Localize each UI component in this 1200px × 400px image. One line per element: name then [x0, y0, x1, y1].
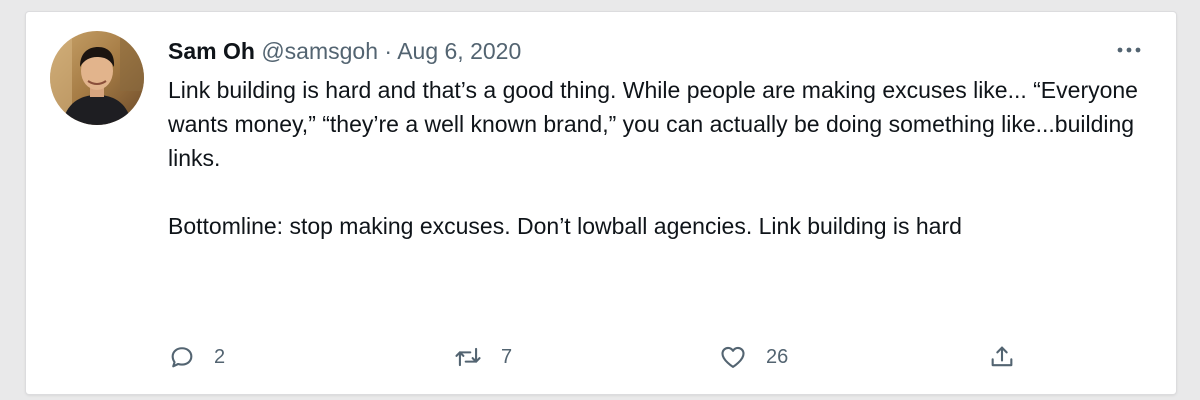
tweet-date[interactable]: Aug 6, 2020	[397, 38, 521, 64]
header-separator: ·	[384, 38, 393, 64]
tweet-content: Sam Oh @samsgoh · Aug 6, 2020 Link build…	[168, 36, 1138, 243]
avatar[interactable]	[50, 31, 144, 125]
heart-icon	[718, 343, 748, 371]
reply-count: 2	[214, 345, 226, 368]
more-options-button[interactable]	[1114, 40, 1144, 60]
share-upload-icon	[988, 343, 1016, 371]
like-button[interactable]: 26	[718, 342, 788, 372]
tweet-card[interactable]: Sam Oh @samsgoh · Aug 6, 2020 Link build…	[26, 12, 1176, 394]
tweet-header: Sam Oh @samsgoh · Aug 6, 2020	[168, 36, 1138, 66]
retweet-count: 7	[501, 345, 513, 368]
reply-bubble-icon	[168, 343, 196, 371]
reply-button[interactable]: 2	[168, 342, 225, 372]
tweet-actions: 2 7 26	[168, 342, 1028, 372]
retweet-button[interactable]: 7	[453, 342, 512, 372]
retweet-icon	[453, 343, 483, 371]
more-horizontal-icon	[1117, 47, 1141, 53]
author-handle[interactable]: @samsgoh	[261, 38, 378, 64]
author-name[interactable]: Sam Oh	[168, 38, 255, 64]
like-count: 26	[766, 345, 789, 368]
tweet-text: Link building is hard and that’s a good …	[168, 77, 1138, 239]
share-button[interactable]	[988, 342, 1016, 372]
